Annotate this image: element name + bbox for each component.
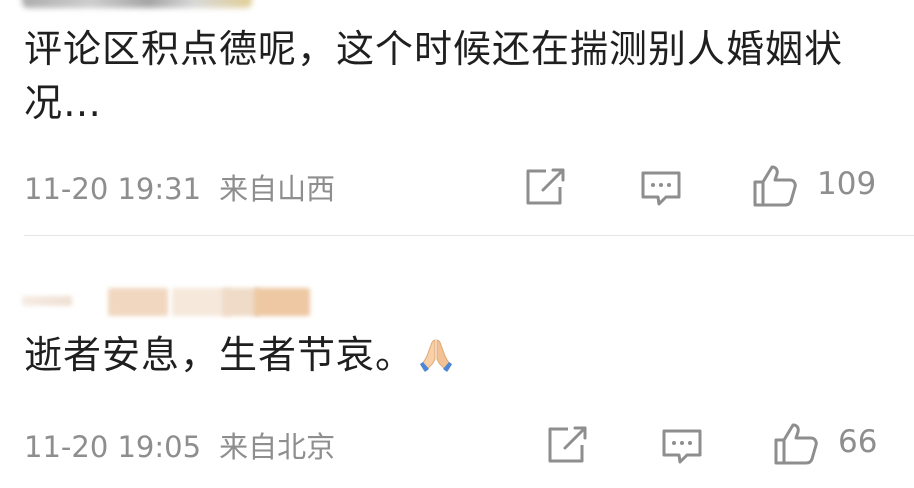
comment-text: 评论区积点德呢，这个时候还在揣测别人婚姻状况… (24, 27, 844, 125)
comment-text-row: 逝者安息，生者节哀。 (24, 328, 454, 382)
comment-icon[interactable] (660, 426, 704, 466)
blurred-username (22, 0, 252, 8)
comment-text: 逝者安息，生者节哀。 (24, 333, 415, 377)
share-icon[interactable] (546, 425, 590, 465)
share-icon[interactable] (524, 167, 568, 207)
comment-location: 来自山西 (219, 172, 336, 206)
comment-time: 11-20 19:05 (24, 430, 202, 464)
divider (24, 235, 914, 236)
comment-meta: 11-20 19:31 来自山西 (24, 166, 335, 208)
folded-hands-icon (420, 339, 453, 372)
like-count: 66 (838, 424, 878, 460)
comment-icon[interactable] (639, 168, 683, 208)
comment-time: 11-20 19:31 (24, 172, 202, 206)
comment-location: 来自北京 (219, 430, 336, 464)
blurred-avatar (22, 284, 312, 320)
thumbs-up-icon[interactable] (751, 163, 799, 209)
like-count: 109 (817, 166, 877, 202)
thumbs-up-icon[interactable] (772, 421, 820, 467)
comment-meta: 11-20 19:05 来自北京 (24, 424, 335, 466)
